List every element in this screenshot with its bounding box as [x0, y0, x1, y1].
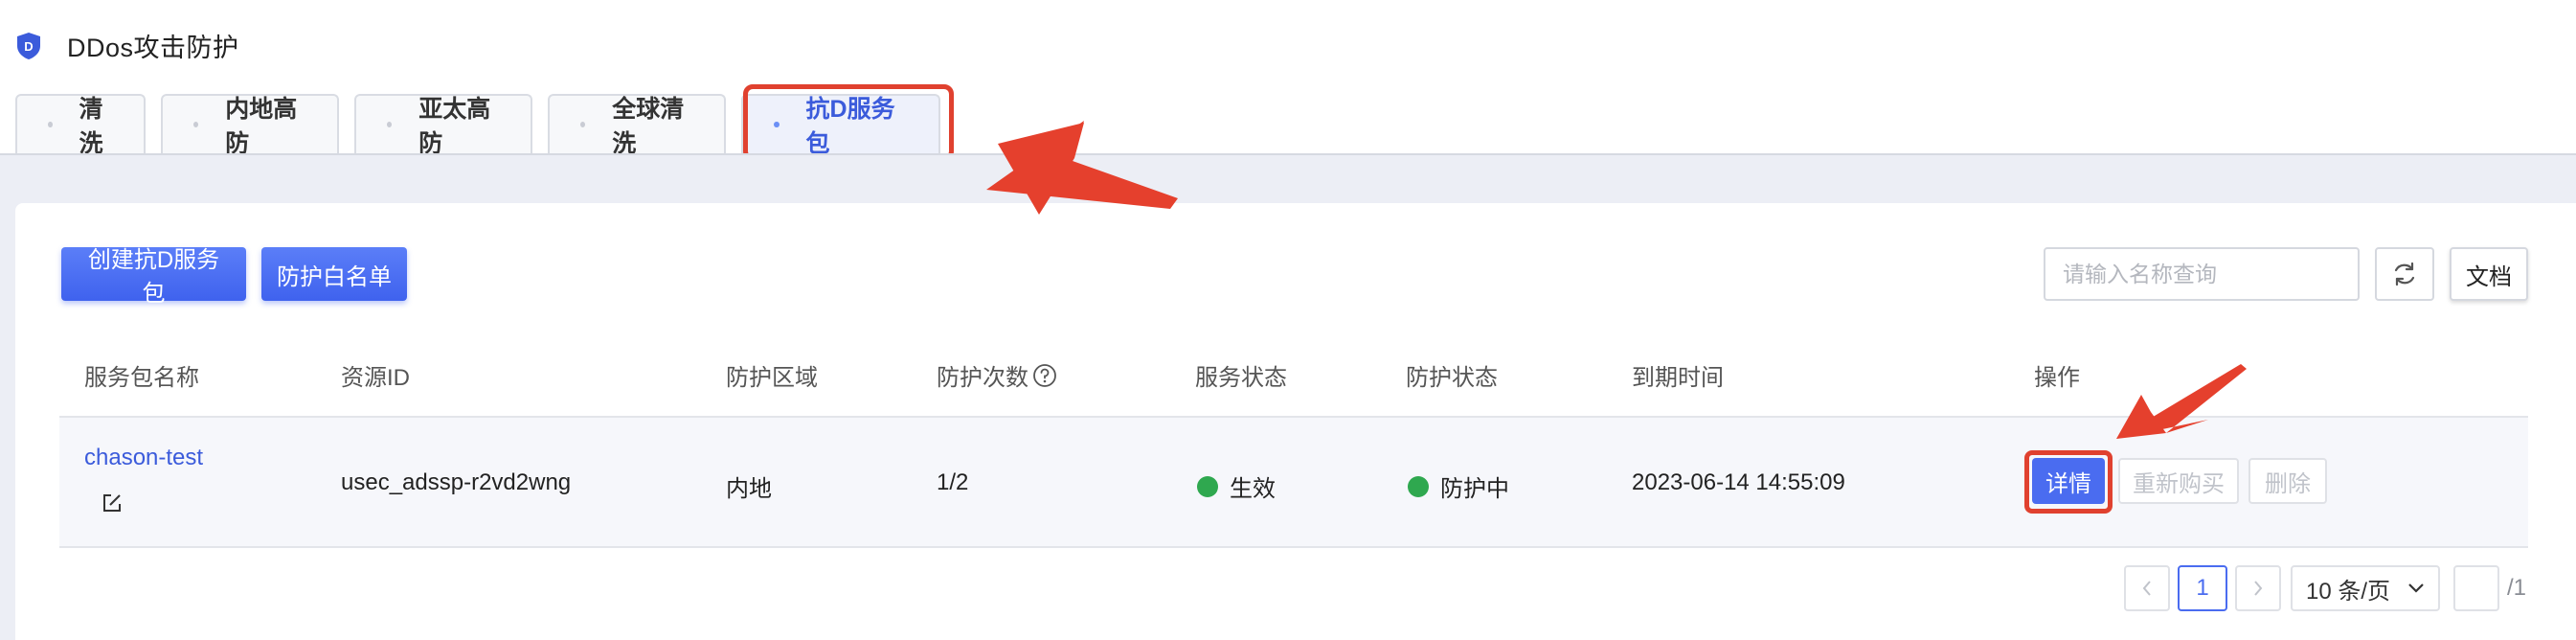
highlight-box-detail	[2024, 450, 2113, 514]
next-page-button[interactable]	[2235, 565, 2281, 611]
chevron-right-icon	[2254, 581, 2263, 596]
column-header-expire: 到期时间	[1632, 365, 1724, 391]
status-dot-icon	[1197, 475, 1218, 497]
chevron-left-icon	[2142, 581, 2151, 596]
search-input[interactable]	[2063, 261, 2346, 287]
resource-id: usec_adssp-r2vd2wng	[341, 469, 572, 495]
help-icon[interactable]	[1032, 363, 1057, 388]
tab-label: 内地高防	[225, 96, 298, 157]
column-header-resource-id: 资源ID	[341, 365, 410, 391]
status-dot-icon	[1408, 475, 1429, 497]
delete-button[interactable]: 删除	[2248, 458, 2327, 504]
tab-label: 清洗	[79, 96, 103, 157]
column-header-region: 防护区域	[726, 365, 818, 391]
svg-text:D: D	[24, 39, 33, 54]
whitelist-button[interactable]: 防护白名单	[261, 247, 407, 301]
edit-icon[interactable]	[102, 492, 123, 514]
column-header-name: 服务包名称	[84, 365, 199, 391]
page-jump-input[interactable]	[2453, 565, 2499, 611]
docs-button[interactable]: 文档	[2450, 247, 2528, 301]
service-status-label: 生效	[1230, 476, 1276, 502]
tab-apac-defense[interactable]: 亚太高防	[354, 94, 532, 157]
tab-label: 亚太高防	[418, 96, 491, 157]
create-package-button[interactable]: 创建抗D服务包	[61, 247, 246, 307]
column-header-service-status: 服务状态	[1195, 365, 1287, 391]
tab-global-clean[interactable]: 全球清洗	[548, 94, 726, 157]
service-status: 生效	[1197, 469, 1276, 503]
shield-logo-icon: D	[17, 32, 40, 59]
total-pages: /1	[2507, 575, 2527, 601]
protect-status: 防护中	[1408, 469, 1509, 503]
prev-page-button[interactable]	[2124, 565, 2170, 611]
highlight-box-tab	[743, 84, 954, 161]
package-table: 服务包名称 资源ID 防护区域 防护次数 服务状态 防护状态 到期时间 操作 c…	[59, 337, 2528, 548]
refresh-button[interactable]	[2375, 247, 2434, 301]
tab-dot-icon	[193, 122, 199, 127]
column-header-actions: 操作	[2034, 365, 2080, 391]
tab-dot-icon	[580, 122, 586, 127]
chevron-down-icon	[2408, 583, 2424, 593]
tab-mainland-defense[interactable]: 内地高防	[161, 94, 339, 157]
table-header: 服务包名称 资源ID 防护区域 防护次数 服务状态 防护状态 到期时间 操作	[59, 337, 2528, 416]
tab-dot-icon	[48, 122, 53, 127]
protect-region: 内地	[726, 476, 772, 502]
repurchase-button[interactable]: 重新购买	[2118, 458, 2239, 504]
column-header-protect-status: 防护状态	[1406, 365, 1498, 391]
package-name-link[interactable]: chason-test	[84, 445, 203, 471]
page-number-current[interactable]: 1	[2178, 565, 2227, 611]
search-box	[2044, 247, 2360, 301]
expire-time: 2023-06-14 14:55:09	[1632, 469, 1845, 495]
protect-count: 1/2	[937, 469, 969, 495]
page-title: DDos攻击防护	[67, 34, 239, 62]
column-header-count: 防护次数	[937, 358, 1057, 392]
refresh-icon	[2394, 262, 2415, 286]
tab-label: 全球清洗	[612, 96, 685, 157]
page-size-value: 10 条/页	[2306, 578, 2391, 605]
page-size-select[interactable]: 10 条/页	[2291, 565, 2440, 611]
protect-status-label: 防护中	[1440, 476, 1509, 502]
tab-dot-icon	[387, 122, 393, 127]
brand: D DDos攻击防护	[15, 27, 239, 64]
tab-clean[interactable]: 清洗	[15, 94, 146, 157]
column-header-count-label: 防护次数	[937, 365, 1028, 391]
top-header: D DDos攻击防护 清洗 内地高防 亚太高防 全球清洗 抗D服务包	[0, 0, 2576, 161]
